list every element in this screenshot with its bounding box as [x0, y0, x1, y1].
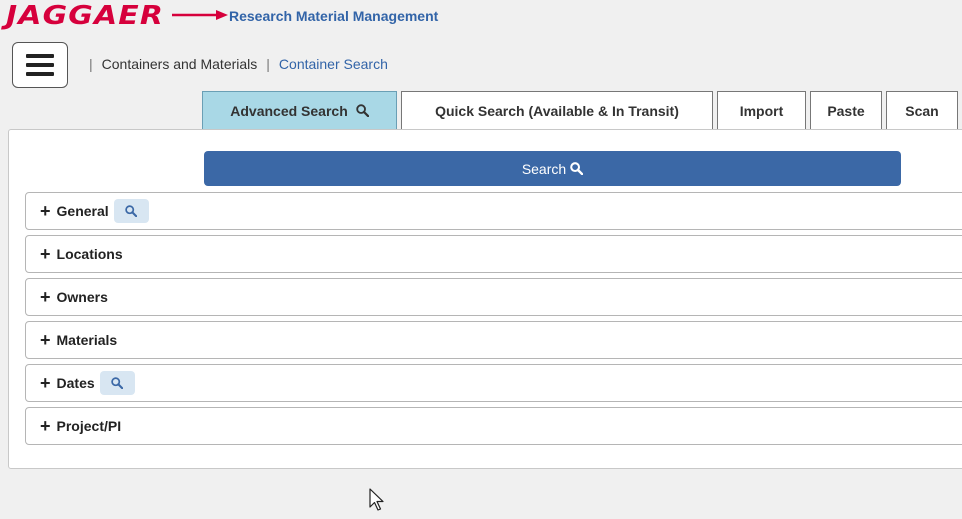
- tab-scan[interactable]: Scan: [886, 91, 958, 129]
- tab-label: Import: [739, 102, 784, 119]
- section-label: Owners: [56, 289, 108, 305]
- section-owners[interactable]: + Owners: [25, 278, 962, 316]
- search-icon: [570, 162, 584, 175]
- breadcrumb-containers-materials[interactable]: Containers and Materials: [102, 56, 258, 72]
- general-search-chip[interactable]: [113, 199, 149, 223]
- section-locations[interactable]: + Locations: [25, 235, 962, 273]
- tab-label: Scan: [905, 102, 939, 119]
- dates-search-chip[interactable]: [99, 371, 135, 395]
- tab-quick-search[interactable]: Quick Search (Available & In Transit): [401, 91, 713, 129]
- logo-text: JAGGAER: [6, 1, 164, 31]
- hamburger-icon-bar: [26, 72, 54, 76]
- section-label: General: [56, 203, 109, 219]
- hamburger-menu-button[interactable]: [12, 42, 68, 88]
- expand-plus-icon: +: [40, 201, 51, 221]
- hamburger-icon-bar: [26, 54, 54, 58]
- section-label: Dates: [56, 375, 95, 391]
- expand-plus-icon: +: [40, 330, 51, 350]
- breadcrumb-separator: |: [89, 56, 93, 72]
- section-materials[interactable]: + Materials: [25, 321, 962, 359]
- tab-label: Paste: [827, 102, 865, 119]
- search-icon: [356, 104, 369, 117]
- tab-import[interactable]: Import: [717, 91, 806, 129]
- section-label: Project/PI: [56, 418, 122, 434]
- search-icon: [111, 377, 124, 389]
- search-button-label: Search: [521, 160, 567, 177]
- search-button[interactable]: Search: [204, 151, 901, 186]
- expand-plus-icon: +: [40, 287, 51, 307]
- jaggaer-logo: JAGGAER: [6, 2, 163, 30]
- tab-label: Advanced Search: [230, 102, 348, 119]
- tab-label: Quick Search (Available & In Transit): [435, 102, 679, 119]
- app-title: Research Material Management: [229, 8, 439, 24]
- tab-paste[interactable]: Paste: [810, 91, 882, 129]
- section-project-pi[interactable]: + Project/PI: [25, 407, 962, 445]
- tab-advanced-search[interactable]: Advanced Search: [202, 91, 397, 129]
- logo-arrow-icon: [172, 10, 228, 20]
- section-label: Materials: [56, 332, 118, 348]
- breadcrumb-container-search[interactable]: Container Search: [279, 56, 388, 72]
- hamburger-icon-bar: [26, 63, 54, 67]
- expand-plus-icon: +: [40, 373, 51, 393]
- filter-sections: + General + Locations + Owners + Materia…: [25, 192, 962, 450]
- mouse-cursor-icon: [369, 488, 384, 511]
- section-general[interactable]: + General: [25, 192, 962, 230]
- expand-plus-icon: +: [40, 244, 51, 264]
- expand-plus-icon: +: [40, 416, 51, 436]
- app-header: JAGGAER Research Material Management | C…: [0, 0, 962, 90]
- section-dates[interactable]: + Dates: [25, 364, 962, 402]
- advanced-search-panel: Search + General + Locations + Owners + …: [8, 129, 962, 469]
- search-icon: [125, 205, 138, 217]
- section-label: Locations: [56, 246, 123, 262]
- breadcrumb: | Containers and Materials | Container S…: [80, 56, 388, 72]
- breadcrumb-separator: |: [266, 56, 270, 72]
